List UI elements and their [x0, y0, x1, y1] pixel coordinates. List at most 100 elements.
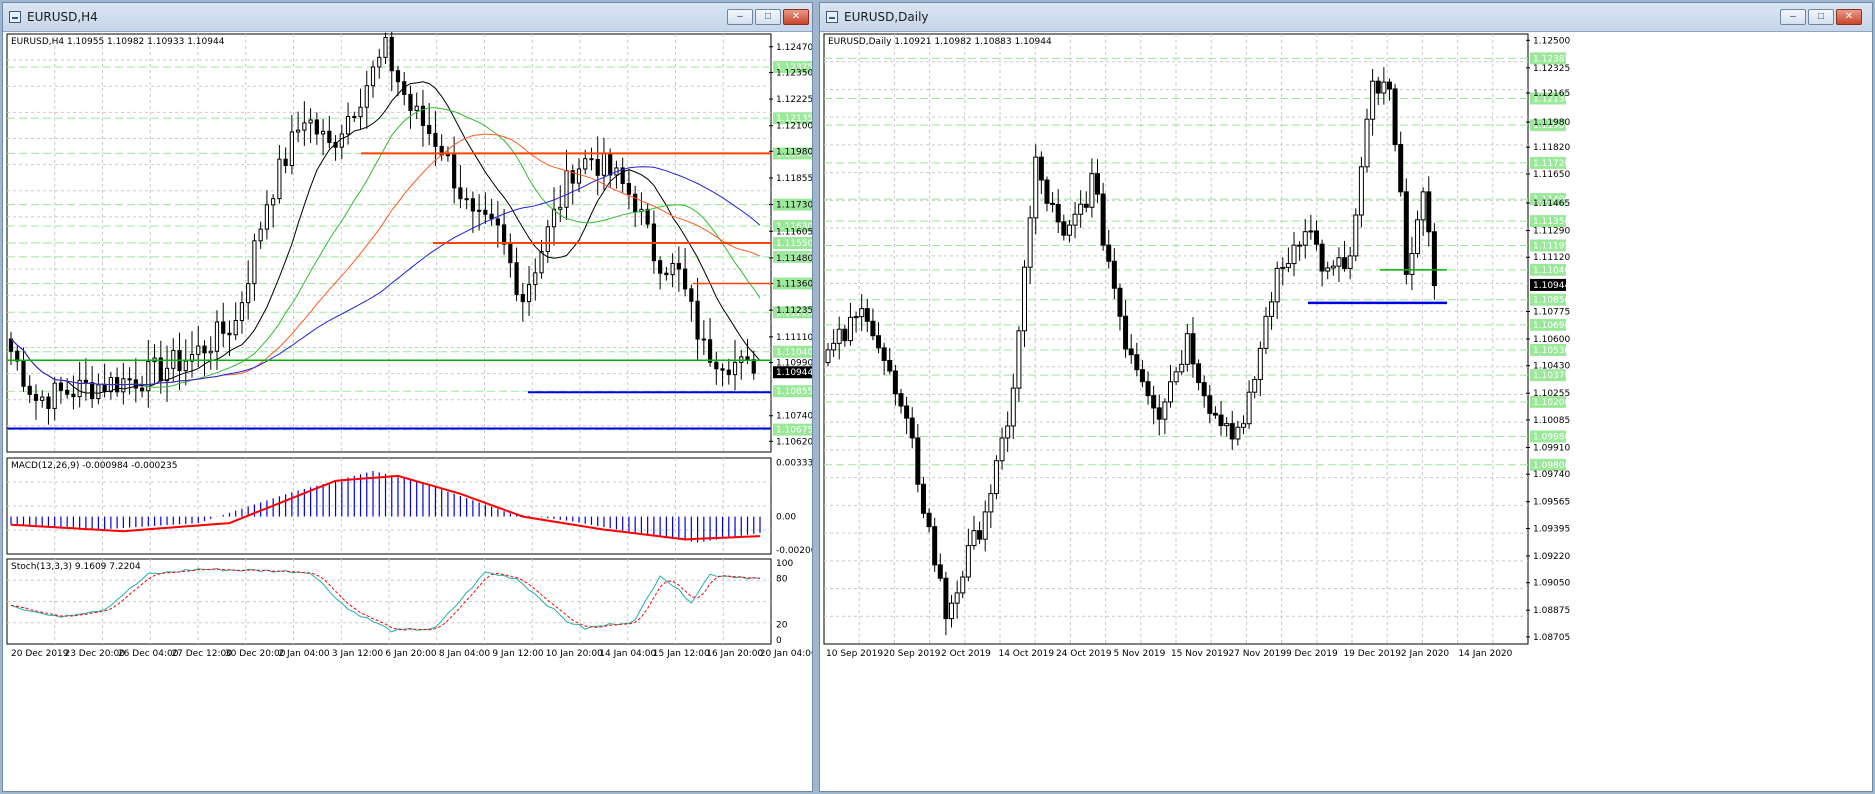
h4-candle [370, 66, 376, 87]
h4-candle [514, 262, 519, 296]
level-price-label: 1.10690 [1533, 321, 1570, 331]
daily-candle [1229, 423, 1235, 440]
time-axis-label: 20 Jan 04:00 [760, 649, 812, 659]
daily-candle [1347, 255, 1353, 269]
h4-candle [345, 116, 351, 135]
daily-candle [1252, 378, 1258, 393]
daily-candle [937, 564, 943, 579]
daily-candle [864, 308, 870, 322]
daily-candle [1139, 369, 1145, 383]
daily-candle [920, 483, 926, 514]
h4-candle [8, 338, 14, 352]
h4-candle [258, 228, 263, 242]
stoch-axis-label: 100 [776, 559, 793, 569]
h4-candle [576, 168, 582, 184]
h4-candle [352, 116, 357, 119]
price-axis-label: 1.08705 [1533, 633, 1570, 643]
price-axis-label: 1.09050 [1533, 579, 1570, 589]
daily-chart[interactable]: 1.123851.121301.119601.117201.114901.113… [820, 32, 1872, 791]
time-axis-label: 19 Dec 2019 [1343, 649, 1401, 659]
price-axis-label: 1.10600 [1533, 335, 1570, 345]
h4-candle [308, 119, 313, 124]
h4-candle [171, 349, 176, 369]
daily-candle [1246, 391, 1252, 425]
price-axis-label: 1.09910 [1533, 443, 1570, 453]
daily-candle [1111, 260, 1117, 289]
daily-title-bar[interactable]: EURUSD,Daily – □ ✕ [820, 3, 1872, 32]
h4-candle [83, 379, 89, 384]
price-axis-label: 1.09740 [1533, 470, 1570, 480]
h4-candle [320, 130, 326, 135]
minimize-button[interactable]: – [1780, 9, 1806, 25]
daily-candle [1240, 423, 1246, 428]
daily-candle [977, 530, 983, 540]
time-axis-label: 23 Dec 20:00 [64, 649, 125, 659]
daily-candle [949, 602, 955, 620]
daily-candle [915, 437, 921, 485]
h4-candle [707, 339, 713, 363]
daily-candle [1184, 333, 1190, 365]
maximize-button[interactable]: □ [1808, 9, 1834, 25]
price-axis-label: 1.09395 [1533, 524, 1570, 534]
h4-candle [633, 193, 638, 213]
minimize-button[interactable]: – [727, 9, 753, 25]
daily-candle [982, 511, 988, 540]
h4-candle [589, 158, 594, 161]
price-axis-label: 1.11730 [776, 201, 812, 211]
daily-candle [1066, 224, 1072, 236]
daily-candle [825, 349, 831, 364]
h4-chart-window[interactable]: EURUSD,H4 – □ ✕ 1.12375 1.12135 1.11970 1.1… [2, 2, 813, 792]
daily-candle [1342, 257, 1348, 269]
time-axis-label: 3 Jan 12:00 [332, 649, 384, 659]
h4-candle [626, 183, 632, 195]
daily-candle [836, 328, 842, 344]
chart-window-icon [826, 11, 838, 23]
time-axis-label: 20 Sep 2019 [883, 649, 940, 659]
daily-candle [1269, 301, 1275, 317]
daily-candle [1151, 395, 1157, 409]
time-axis-label: 20 Dec 2019 [11, 649, 69, 659]
h4-candle [27, 385, 32, 395]
maximize-button[interactable]: □ [755, 9, 781, 25]
h4-candle [208, 350, 213, 354]
daily-candle [1145, 381, 1151, 397]
daily-candle [1016, 330, 1022, 389]
daily-candle [943, 577, 949, 620]
daily-candle [1050, 202, 1056, 205]
daily-candle [1044, 179, 1050, 204]
h4-candle [264, 204, 270, 230]
h4-candle [501, 224, 507, 245]
h4-candle [720, 368, 725, 371]
daily-candle [1179, 363, 1185, 373]
time-axis-label: 26 Dec 04:00 [118, 649, 179, 659]
time-axis-label: 5 Nov 2019 [1113, 649, 1165, 659]
daily-candle [892, 370, 898, 395]
daily-candle [1005, 425, 1011, 439]
close-button[interactable]: ✕ [1836, 9, 1862, 25]
h4-chart[interactable]: 1.123751.121351.119701.117301.116301.115… [3, 32, 812, 791]
time-axis-label: 10 Jan 20:00 [546, 649, 603, 659]
daily-candle [1196, 363, 1202, 384]
stoch-axis-label: 20 [776, 621, 788, 631]
stoch-axis-label: 0 [776, 636, 782, 646]
daily-window-title: EURUSD,Daily [844, 10, 929, 24]
h4-candle [564, 170, 569, 208]
daily-candle [1420, 191, 1426, 221]
daily-chart-window[interactable]: EURUSD,Daily – □ ✕ 1.12385 1.12130 1.11960… [819, 2, 1873, 792]
daily-candle [1302, 231, 1308, 246]
close-button[interactable]: ✕ [783, 9, 809, 25]
h4-candle [90, 382, 95, 400]
h4-candle [539, 251, 544, 274]
time-axis-label: 14 Jan 2020 [1458, 649, 1512, 659]
h4-candle [283, 158, 288, 166]
daily-candle [904, 405, 910, 419]
daily-candle [1370, 80, 1376, 120]
daily-candle [932, 526, 938, 566]
time-axis-label: 8 Jan 04:00 [439, 649, 491, 659]
h4-candle [289, 131, 294, 166]
h4-candle [477, 209, 482, 212]
h4-title-bar[interactable]: EURUSD,H4 – □ ✕ [3, 3, 812, 32]
h4-candle [33, 393, 39, 401]
h4-candle [196, 345, 201, 356]
daily-candle [1167, 381, 1173, 403]
